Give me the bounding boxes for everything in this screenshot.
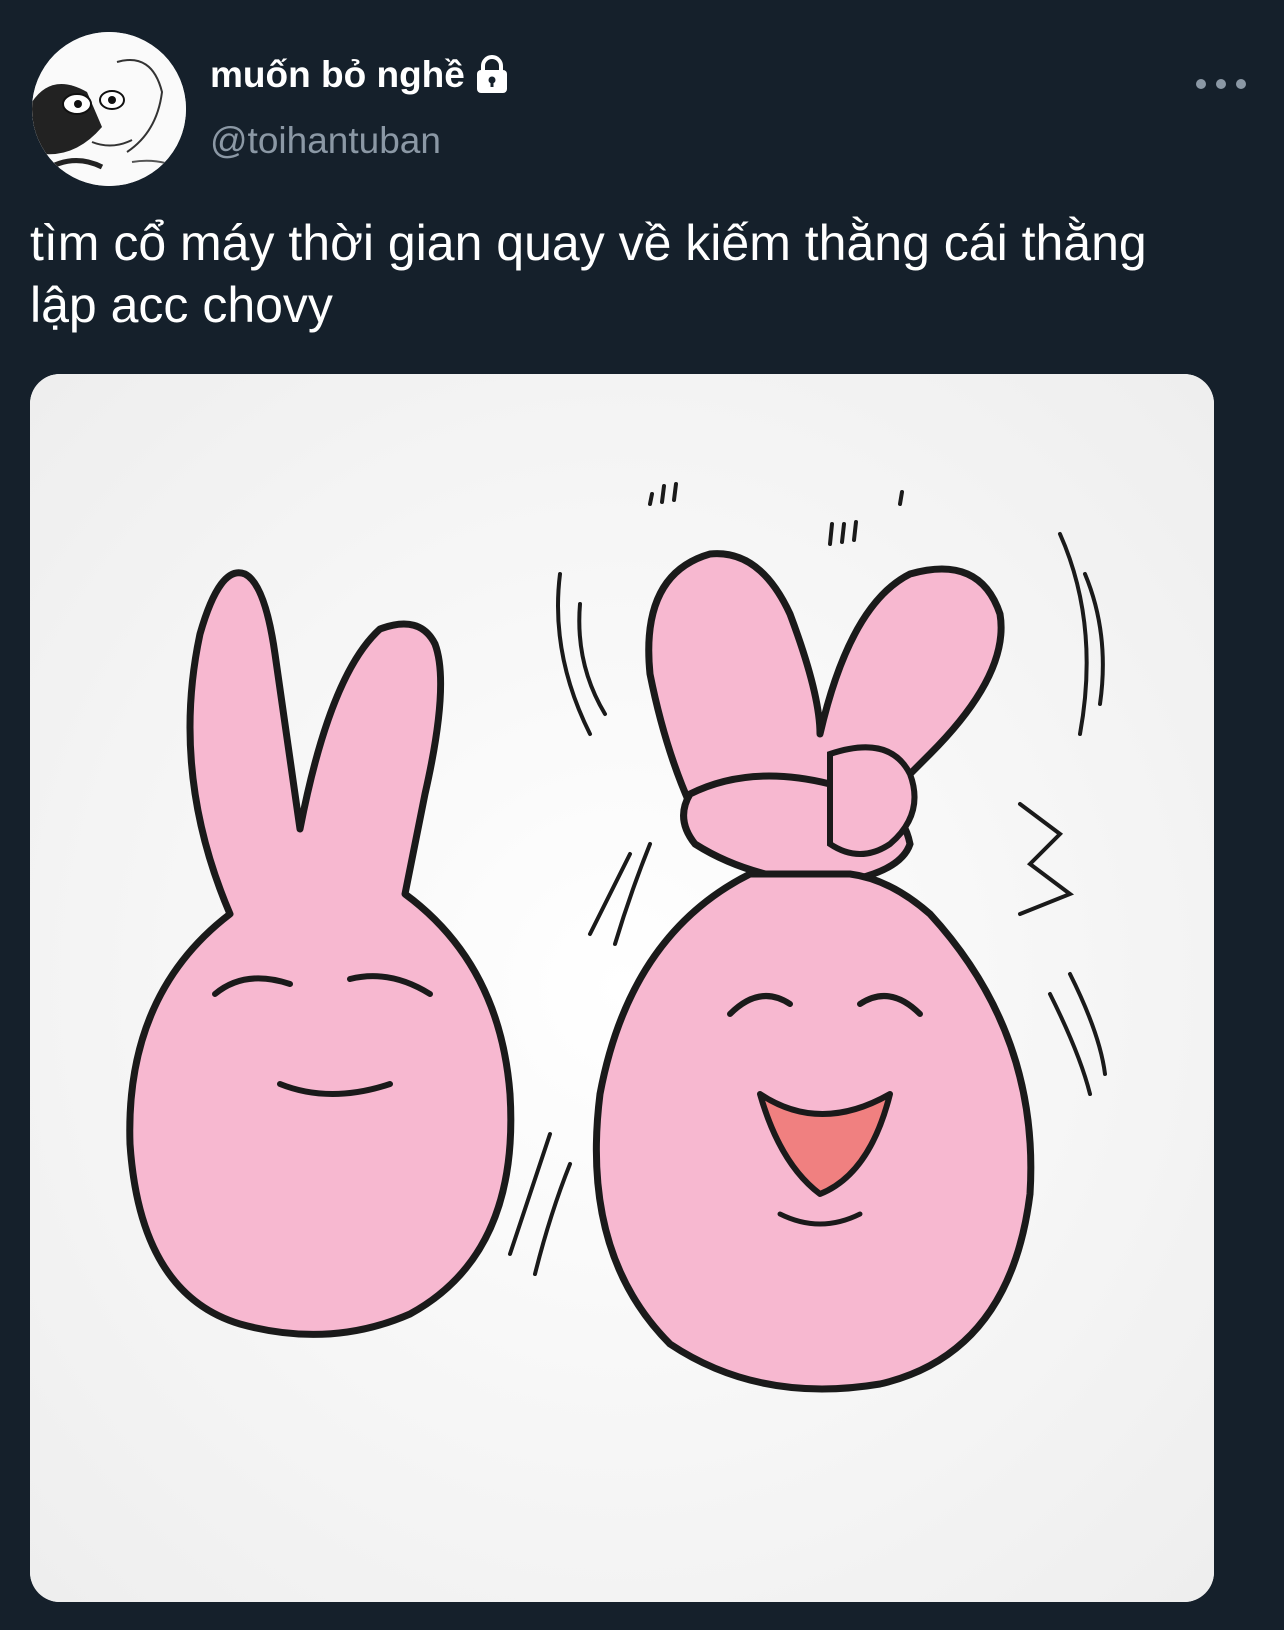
lock-icon: [473, 55, 511, 95]
display-name-text: muốn bỏ nghề: [210, 54, 465, 95]
tweet-media[interactable]: [30, 374, 1214, 1602]
more-dot: [1216, 79, 1226, 89]
tweet-text: tìm cổ máy thời gian quay về kiếm thằng …: [30, 215, 1147, 333]
user-handle[interactable]: @toihantuban: [210, 120, 441, 162]
avatar[interactable]: [32, 32, 186, 186]
bunny-cartoon-image: [30, 374, 1214, 1602]
more-options-icon[interactable]: [1196, 72, 1246, 96]
tweet: muốn bỏ nghề @toihantuban tìm cổ máy thờ…: [0, 0, 1284, 1630]
more-dot: [1236, 79, 1246, 89]
more-dot: [1196, 79, 1206, 89]
display-name[interactable]: muốn bỏ nghề: [210, 54, 511, 96]
avatar-image: [32, 32, 186, 186]
